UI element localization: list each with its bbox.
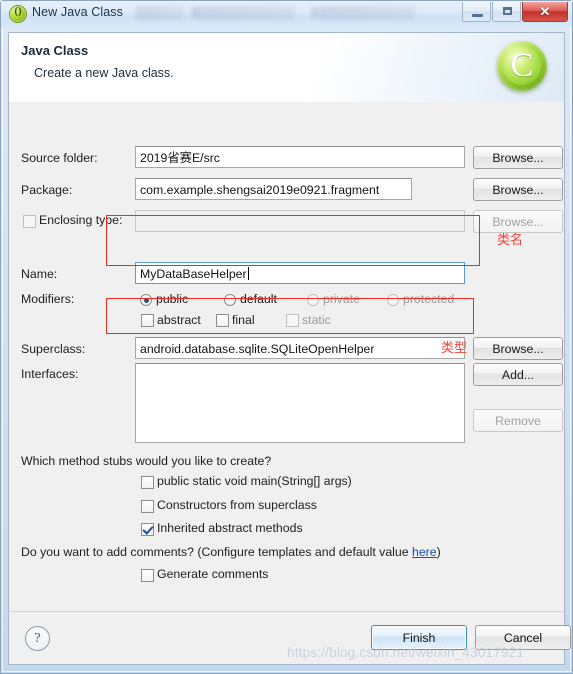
maximize-icon: [503, 7, 512, 15]
dialog-body: Java Class Create a new Java class. C So…: [8, 32, 565, 635]
stub-checkbox-inherited[interactable]: [141, 523, 154, 536]
comments-question: Do you want to add comments? (Configure …: [21, 545, 441, 559]
package-input[interactable]: com.example.shengsai2019e0921.fragment: [135, 178, 412, 200]
c-badge: C: [497, 41, 547, 91]
package-label: Package:: [21, 183, 73, 197]
source-folder-input[interactable]: 2019省赛E/src: [135, 146, 465, 168]
generate-comments-label: Generate comments: [157, 567, 269, 581]
background-tab-ghost-dot-2: [311, 7, 318, 18]
modifier-label-final: final: [232, 313, 255, 327]
modifier-label-private: private: [323, 292, 360, 306]
comments-question-suffix: ): [436, 545, 441, 559]
dialog-header: Java Class Create a new Java class. C: [9, 33, 564, 103]
window-controls: ✕: [462, 2, 568, 23]
interfaces-add-button[interactable]: Add...: [473, 363, 563, 386]
modifier-radio-private[interactable]: [307, 294, 319, 306]
modifier-label-public: public: [156, 292, 189, 306]
title-bar: New Java Class ✕: [1, 1, 572, 27]
modifier-checkbox-static[interactable]: [286, 314, 299, 327]
source-folder-label: Source folder:: [21, 151, 98, 165]
stub-label-main: public static void main(String[] args): [157, 474, 352, 488]
package-browse-button[interactable]: Browse...: [473, 178, 563, 201]
modifier-label-static: static: [302, 313, 331, 327]
superclass-input[interactable]: android.database.sqlite.SQLiteOpenHelper: [135, 337, 465, 359]
modifier-radio-public[interactable]: [140, 294, 152, 306]
java-class-banner-icon: C: [495, 39, 552, 96]
enclosing-type-label: Enclosing type:: [39, 213, 123, 227]
interfaces-remove-button[interactable]: Remove: [473, 409, 563, 432]
enclosing-type-input[interactable]: [135, 210, 465, 232]
stub-label-inherited: Inherited abstract methods: [157, 521, 303, 535]
enclosing-type-checkbox[interactable]: [23, 215, 36, 228]
window-title: New Java Class: [32, 5, 124, 19]
minimize-button[interactable]: [462, 2, 491, 22]
modifiers-label: Modifiers:: [21, 292, 75, 306]
name-label: Name:: [21, 267, 58, 281]
modifier-checkbox-final[interactable]: [216, 314, 229, 327]
modifier-checkbox-abstract[interactable]: [141, 314, 154, 327]
interfaces-label: Interfaces:: [21, 367, 79, 381]
superclass-label: Superclass:: [21, 342, 86, 356]
c-letter: C: [510, 47, 534, 84]
superclass-browse-button[interactable]: Browse...: [473, 337, 563, 360]
stub-checkbox-main[interactable]: [141, 476, 154, 489]
modifier-radio-default[interactable]: [224, 294, 236, 306]
background-tab-ghost-2: [197, 6, 295, 20]
background-tab-ghost-3: [319, 6, 415, 20]
annotation-label-class-name: 类名: [497, 233, 524, 248]
generate-comments-checkbox[interactable]: [141, 569, 154, 582]
maximize-button[interactable]: [492, 2, 521, 22]
method-stubs-question: Which method stubs would you like to cre…: [21, 454, 272, 468]
stub-label-constructors: Constructors from superclass: [157, 498, 317, 512]
source-folder-browse-button[interactable]: Browse...: [473, 146, 563, 169]
stub-checkbox-constructors[interactable]: [141, 500, 154, 513]
minimize-icon: [472, 14, 483, 17]
name-input[interactable]: MyDataBaseHelper: [135, 262, 465, 284]
page-title: Java Class: [21, 43, 89, 58]
modifier-label-protected: protected: [403, 292, 455, 306]
watermark: https://blog.csdn.net/weixin_43017921: [287, 645, 525, 660]
text-caret: [247, 267, 249, 280]
comments-question-prefix: Do you want to add comments? (Configure …: [21, 545, 412, 559]
close-button[interactable]: ✕: [522, 2, 568, 22]
close-icon: ✕: [539, 3, 551, 19]
java-class-icon: [10, 5, 26, 22]
modifier-radio-protected[interactable]: [387, 294, 399, 306]
modifier-label-default: default: [240, 292, 277, 306]
background-tab-ghost-1: [136, 6, 184, 20]
modifier-label-abstract: abstract: [157, 313, 201, 327]
dialog-content: Source folder: 2019省赛E/src Browse... Pac…: [9, 102, 564, 588]
interfaces-listbox[interactable]: [135, 363, 465, 443]
annotation-label-type: 类型: [441, 341, 468, 356]
page-subtitle: Create a new Java class.: [34, 66, 174, 80]
new-java-class-dialog: New Java Class ✕ Java Class Create a new…: [0, 0, 573, 674]
help-icon[interactable]: ?: [25, 626, 50, 651]
configure-templates-link[interactable]: here: [412, 545, 437, 559]
name-input-value: MyDataBaseHelper: [140, 267, 247, 281]
